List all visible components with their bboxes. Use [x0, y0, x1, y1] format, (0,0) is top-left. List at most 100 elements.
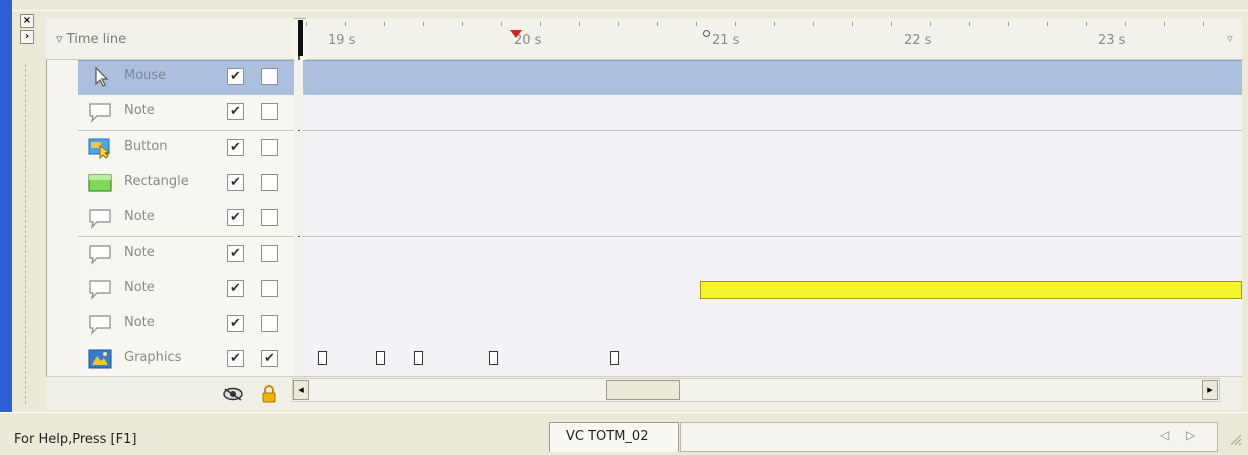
- lock-checkbox[interactable]: [261, 279, 278, 297]
- row-label: Note: [124, 103, 155, 119]
- visibility-checkbox[interactable]: ✔: [227, 244, 244, 262]
- resize-grip-icon[interactable]: [1226, 430, 1242, 446]
- visibility-checkbox[interactable]: ✔: [227, 350, 244, 368]
- document-tab-label: VC TOTM_02: [566, 429, 649, 444]
- scrollbar-thumb[interactable]: [606, 380, 680, 400]
- ruler-tick: [657, 22, 658, 26]
- dock-grip[interactable]: [25, 64, 26, 404]
- row-name-area[interactable]: Note ✔: [46, 201, 294, 238]
- timeline-row[interactable]: Note ✔: [46, 307, 1242, 344]
- ruler-tick: [618, 22, 619, 26]
- visibility-checkbox[interactable]: ✔: [227, 138, 244, 156]
- ruler-tick: [969, 22, 970, 26]
- scroll-right-icon[interactable]: ▸: [1202, 380, 1218, 400]
- visibility-checkbox[interactable]: ✔: [227, 315, 244, 333]
- graphics-keyframe[interactable]: [376, 351, 385, 365]
- visibility-checkbox[interactable]: ✔: [227, 173, 244, 191]
- row-name-area[interactable]: Note ✔: [46, 95, 294, 132]
- ruler-tick: [1125, 22, 1126, 26]
- next-tab-icon[interactable]: ▷: [1186, 428, 1195, 442]
- row-label: Note: [124, 315, 155, 331]
- lock-checkbox[interactable]: [261, 68, 278, 85]
- visibility-checkbox[interactable]: ✔: [227, 279, 244, 297]
- graphics-keyframe[interactable]: [414, 351, 423, 365]
- row-track[interactable]: [303, 307, 1242, 344]
- graphics-keyframe[interactable]: [489, 351, 498, 365]
- scroll-left-icon[interactable]: ◂: [293, 380, 309, 400]
- row-name-area[interactable]: Graphics ✔ ✔: [46, 342, 294, 379]
- timeline-row[interactable]: Rectangle ✔: [46, 165, 1242, 202]
- ruler-label: 22 s: [904, 33, 932, 48]
- ruler-tick: [1086, 22, 1087, 26]
- visibility-checkbox[interactable]: ✔: [227, 209, 244, 227]
- row-track[interactable]: [303, 130, 1242, 167]
- expand-icon[interactable]: ›: [20, 30, 34, 44]
- lock-checkbox[interactable]: [261, 173, 278, 191]
- ruler-tick: [774, 22, 775, 26]
- ruler-tick: [930, 22, 931, 26]
- ruler-tick: [1047, 22, 1048, 26]
- ruler-label: 21 s: [712, 33, 740, 48]
- lock-checkbox[interactable]: [261, 103, 278, 121]
- playhead-handle[interactable]: [298, 20, 303, 56]
- help-text: For Help,Press [F1]: [14, 432, 137, 447]
- lock-checkbox[interactable]: [261, 138, 278, 156]
- eye-icon[interactable]: [222, 385, 244, 403]
- row-name-area[interactable]: Note ✔: [46, 307, 294, 344]
- row-name-area[interactable]: Note ✔: [46, 236, 294, 273]
- graphics-keyframe[interactable]: [610, 351, 619, 365]
- graphics-keyframe[interactable]: [318, 351, 327, 365]
- row-separator: [294, 95, 303, 131]
- row-separator: [294, 307, 303, 343]
- graphics-icon: [88, 348, 112, 370]
- row-track[interactable]: [303, 236, 1242, 273]
- ruler-scroll-down-icon[interactable]: ▿: [1218, 18, 1242, 60]
- row-name-area[interactable]: Note ✔: [46, 271, 294, 308]
- timeline-row[interactable]: Button ✔: [46, 130, 1242, 167]
- row-label: Note: [124, 209, 155, 225]
- close-icon[interactable]: ×: [20, 14, 34, 28]
- document-tab[interactable]: VC TOTM_02: [549, 422, 679, 452]
- lock-checkbox[interactable]: ✔: [261, 350, 278, 368]
- ruler-tick: [735, 22, 736, 26]
- row-track[interactable]: [303, 60, 1242, 97]
- row-separator: [294, 130, 303, 166]
- lock-icon[interactable]: [260, 385, 278, 403]
- row-track[interactable]: [303, 342, 1242, 379]
- timeline-title[interactable]: ▿ Time line: [56, 32, 126, 47]
- cursor-icon: [88, 66, 112, 88]
- circle-marker-icon[interactable]: [703, 30, 710, 37]
- visibility-checkbox[interactable]: ✔: [227, 103, 244, 121]
- ruler-tick: [1008, 22, 1009, 26]
- lock-checkbox[interactable]: [261, 315, 278, 333]
- row-label: Rectangle: [124, 173, 189, 189]
- row-track[interactable]: [303, 165, 1242, 202]
- time-ruler[interactable]: 19 s 20 s 21 s 22 s 23 s: [306, 18, 1218, 60]
- prev-tab-icon[interactable]: ◁: [1160, 428, 1169, 442]
- window-left-edge: [0, 0, 12, 455]
- lock-checkbox[interactable]: [261, 244, 278, 262]
- horizontal-scrollbar[interactable]: [292, 378, 1220, 402]
- ruler-label: 19 s: [328, 33, 356, 48]
- lock-checkbox[interactable]: [261, 209, 278, 227]
- ruler-tick: [540, 22, 541, 26]
- row-label: Button: [124, 138, 168, 154]
- row-name-area[interactable]: Rectangle ✔: [46, 165, 294, 202]
- note-timeline-bar[interactable]: [700, 281, 1242, 299]
- row-separator: [294, 271, 303, 307]
- timeline-row[interactable]: Mouse ✔: [46, 60, 1242, 97]
- red-marker-icon[interactable]: [510, 30, 522, 38]
- visibility-checkbox[interactable]: ✔: [227, 68, 244, 85]
- timeline-row[interactable]: Note ✔: [46, 236, 1242, 273]
- note-icon: [88, 101, 112, 124]
- tab-strip: [680, 422, 1218, 452]
- row-name-area[interactable]: Button ✔: [46, 130, 294, 167]
- timeline-row[interactable]: Note ✔: [46, 95, 1242, 132]
- row-track[interactable]: [303, 201, 1242, 238]
- timeline-row[interactable]: Graphics ✔ ✔: [46, 342, 1242, 379]
- row-separator: [294, 60, 303, 95]
- row-name-area[interactable]: Mouse ✔: [46, 60, 294, 97]
- timeline-row[interactable]: Note ✔: [46, 201, 1242, 238]
- row-track[interactable]: [303, 95, 1242, 132]
- ruler-tick: [423, 22, 424, 26]
